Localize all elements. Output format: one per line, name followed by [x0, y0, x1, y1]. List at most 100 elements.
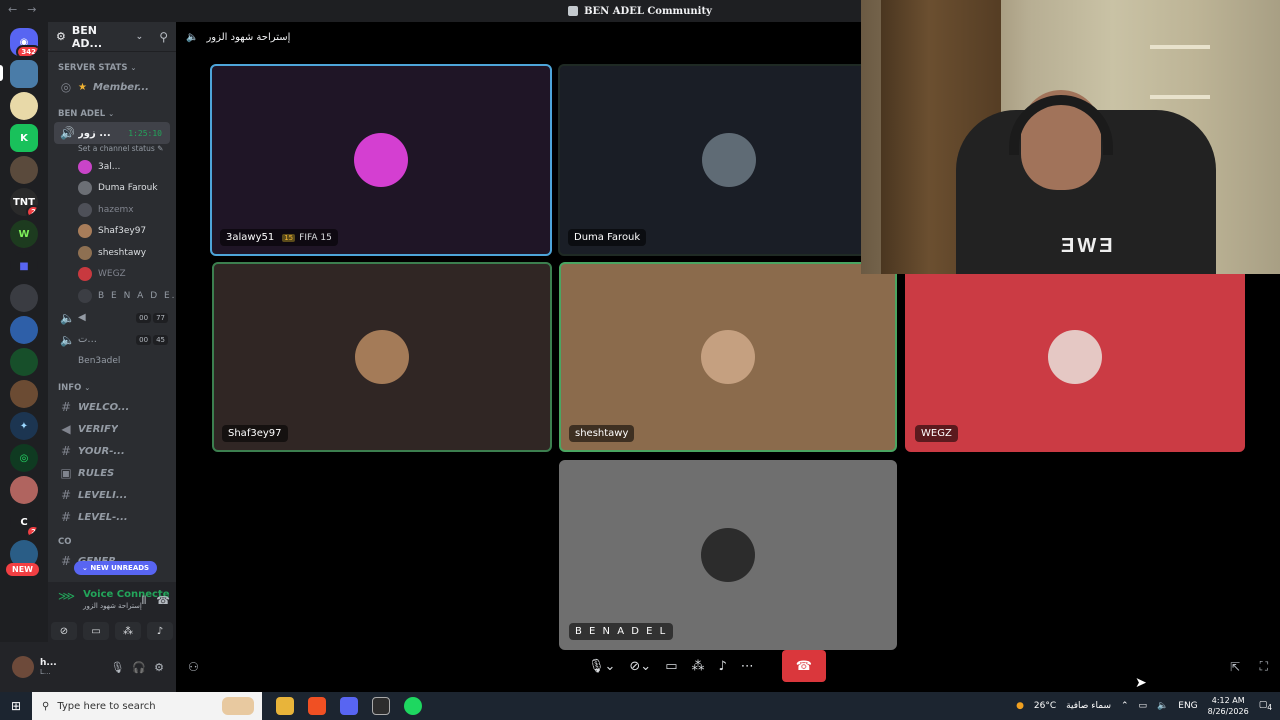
- voice-channel-2[interactable]: 🔈 ◀ 00 77: [48, 307, 176, 329]
- text-channel[interactable]: ◀ VERIFY: [48, 418, 176, 440]
- user-status: L...: [40, 668, 51, 676]
- voice-member[interactable]: Duma Farouk: [48, 178, 176, 200]
- category-server-stats[interactable]: SERVER STATS ⌄: [48, 60, 176, 76]
- microphone-icon[interactable]: 🎙: [110, 661, 124, 674]
- activities-button[interactable]: ⁂: [115, 622, 141, 640]
- noise-suppression-icon[interactable]: ⫴: [142, 594, 147, 608]
- channel-member-count[interactable]: ◎ ★ Member...: [48, 76, 176, 98]
- participant-tile[interactable]: WEGZ: [905, 262, 1245, 452]
- text-channel[interactable]: # LEVELI...: [48, 484, 176, 506]
- participant-tile[interactable]: Shaf3ey97: [212, 262, 552, 452]
- brave-icon[interactable]: [308, 697, 326, 715]
- voice-member[interactable]: hazemx: [48, 199, 176, 221]
- server-kick[interactable]: K: [10, 124, 38, 152]
- camera-off-icon[interactable]: ⊘⌄: [629, 659, 651, 674]
- headphones-icon[interactable]: 🎧: [132, 661, 146, 674]
- server-avatar-5[interactable]: [10, 380, 38, 408]
- signal-icon[interactable]: ⋙: [58, 589, 75, 603]
- avatar[interactable]: [12, 656, 34, 678]
- fullscreen-icon[interactable]: ⛶: [1260, 659, 1268, 674]
- speaker-icon: 🔈: [186, 31, 199, 43]
- voice-channel-active[interactable]: 🔊 زور ... 1:25:10: [54, 122, 170, 144]
- server-avatar-8[interactable]: [10, 476, 38, 504]
- server-avatar-4[interactable]: [10, 348, 38, 376]
- chevron-up-icon[interactable]: ⌃: [1121, 701, 1129, 711]
- server-avatar-1[interactable]: [10, 156, 38, 184]
- obs-icon[interactable]: [372, 697, 390, 715]
- participant-tile[interactable]: sheshtawy: [559, 262, 897, 452]
- voice-channel-3[interactable]: 🔈 ت... 00 45: [48, 329, 176, 351]
- share-screen-button[interactable]: ▭: [83, 622, 109, 640]
- add-people-icon[interactable]: ⚇: [188, 660, 199, 674]
- channel-ben3adel[interactable]: Ben3adel: [48, 351, 176, 373]
- participant-tile[interactable]: B E N A D E L: [559, 460, 897, 650]
- language-indicator[interactable]: ENG: [1178, 701, 1197, 711]
- text-channel[interactable]: ▣ RULES: [48, 462, 176, 484]
- folder-icon[interactable]: ■: [10, 252, 38, 280]
- spotify-icon[interactable]: [404, 697, 422, 715]
- server-c[interactable]: C 2: [10, 508, 38, 536]
- disconnect-icon[interactable]: ☎: [156, 594, 170, 608]
- participant-name: WEGZ: [921, 428, 952, 439]
- w-logo-icon: W: [18, 228, 30, 240]
- activities-icon[interactable]: ⁂: [692, 659, 705, 674]
- server-banana[interactable]: [10, 92, 38, 120]
- category-com[interactable]: CO: [48, 534, 176, 550]
- back-arrow-icon[interactable]: ←: [8, 3, 17, 16]
- set-channel-status[interactable]: Set a channel status ✎: [48, 144, 176, 156]
- server-w[interactable]: W: [10, 220, 38, 248]
- forward-arrow-icon[interactable]: →: [27, 3, 36, 16]
- weather-temp[interactable]: 26°C: [1034, 701, 1056, 711]
- new-unreads-button[interactable]: ⌄ NEW UNREADS: [74, 561, 158, 575]
- weather-desc[interactable]: سماء صافية: [1066, 701, 1111, 711]
- server-avatar-3[interactable]: [10, 316, 38, 344]
- avatar: [355, 330, 409, 384]
- popout-icon[interactable]: ⇱: [1230, 660, 1240, 674]
- clock[interactable]: 4:12 AM 8/26/2026: [1208, 695, 1249, 717]
- text-channel[interactable]: # LEVEL-...: [48, 506, 176, 528]
- notification-icon[interactable]: ▢4: [1259, 700, 1272, 712]
- discord-icon[interactable]: [340, 697, 358, 715]
- taskbar-search[interactable]: ⚲ Type here to search: [32, 692, 262, 720]
- text-channel[interactable]: # WELCO...: [48, 396, 176, 418]
- windows-start-icon[interactable]: ⊞: [0, 699, 32, 713]
- server-ben-adel[interactable]: [10, 60, 38, 88]
- guild-icon: ⚙: [56, 30, 66, 43]
- home-button[interactable]: ◉ 342: [10, 28, 38, 56]
- invite-icon[interactable]: ⚲: [159, 30, 168, 44]
- member-name: WEGZ: [98, 269, 126, 280]
- guild-header[interactable]: ⚙ BEN AD... ⌄ ⚲: [48, 22, 176, 52]
- microphone-icon[interactable]: 🎙⌄: [588, 659, 615, 674]
- server-avatar-6[interactable]: ✦: [10, 412, 38, 440]
- new-pill[interactable]: NEW: [6, 563, 39, 576]
- server-avatar-2[interactable]: [10, 284, 38, 312]
- category-info[interactable]: INFO ⌄: [48, 380, 176, 396]
- weather-icon: ●: [1016, 701, 1024, 711]
- leave-call-button[interactable]: ☎: [781, 650, 826, 682]
- server-avatar-7[interactable]: ◎: [10, 444, 38, 472]
- text-channel[interactable]: # YOUR-...: [48, 440, 176, 462]
- network-icon[interactable]: ▭: [1139, 701, 1148, 711]
- voice-member[interactable]: 3al...: [48, 156, 176, 178]
- soundboard-icon[interactable]: ♪: [719, 659, 727, 674]
- share-screen-icon[interactable]: ▭: [665, 659, 677, 674]
- soundboard-button[interactable]: ♪: [147, 622, 173, 640]
- voice-member[interactable]: B E N A D E...: [48, 285, 176, 307]
- participant-tile[interactable]: Duma Farouk: [558, 64, 900, 256]
- more-icon[interactable]: ⋯: [741, 659, 754, 674]
- call-controls: 🎙⌄ ⊘⌄ ▭ ⁂ ♪ ⋯ ☎: [588, 650, 826, 682]
- voice-member[interactable]: Shaf3ey97: [48, 221, 176, 243]
- voice-member[interactable]: WEGZ: [48, 264, 176, 286]
- server-tnt[interactable]: TNT 2: [10, 188, 38, 216]
- channel-name: YOUR-...: [78, 445, 125, 457]
- avatar: [701, 330, 755, 384]
- window-title: BEN ADEL Community: [568, 6, 712, 17]
- volume-icon[interactable]: 🔈: [1157, 701, 1168, 711]
- gear-icon[interactable]: ⚙: [154, 661, 164, 674]
- category-ben-adel[interactable]: BEN ADEL ⌄: [48, 106, 176, 122]
- file-explorer-icon[interactable]: [276, 697, 294, 715]
- participant-tile[interactable]: 3alawy51 15 FIFA 15: [210, 64, 552, 256]
- windows-taskbar: ⊞ ⚲ Type here to search ● 26°C سماء صافي…: [0, 692, 1280, 720]
- camera-off-button[interactable]: ⊘: [51, 622, 77, 640]
- voice-member[interactable]: sheshtawy: [48, 242, 176, 264]
